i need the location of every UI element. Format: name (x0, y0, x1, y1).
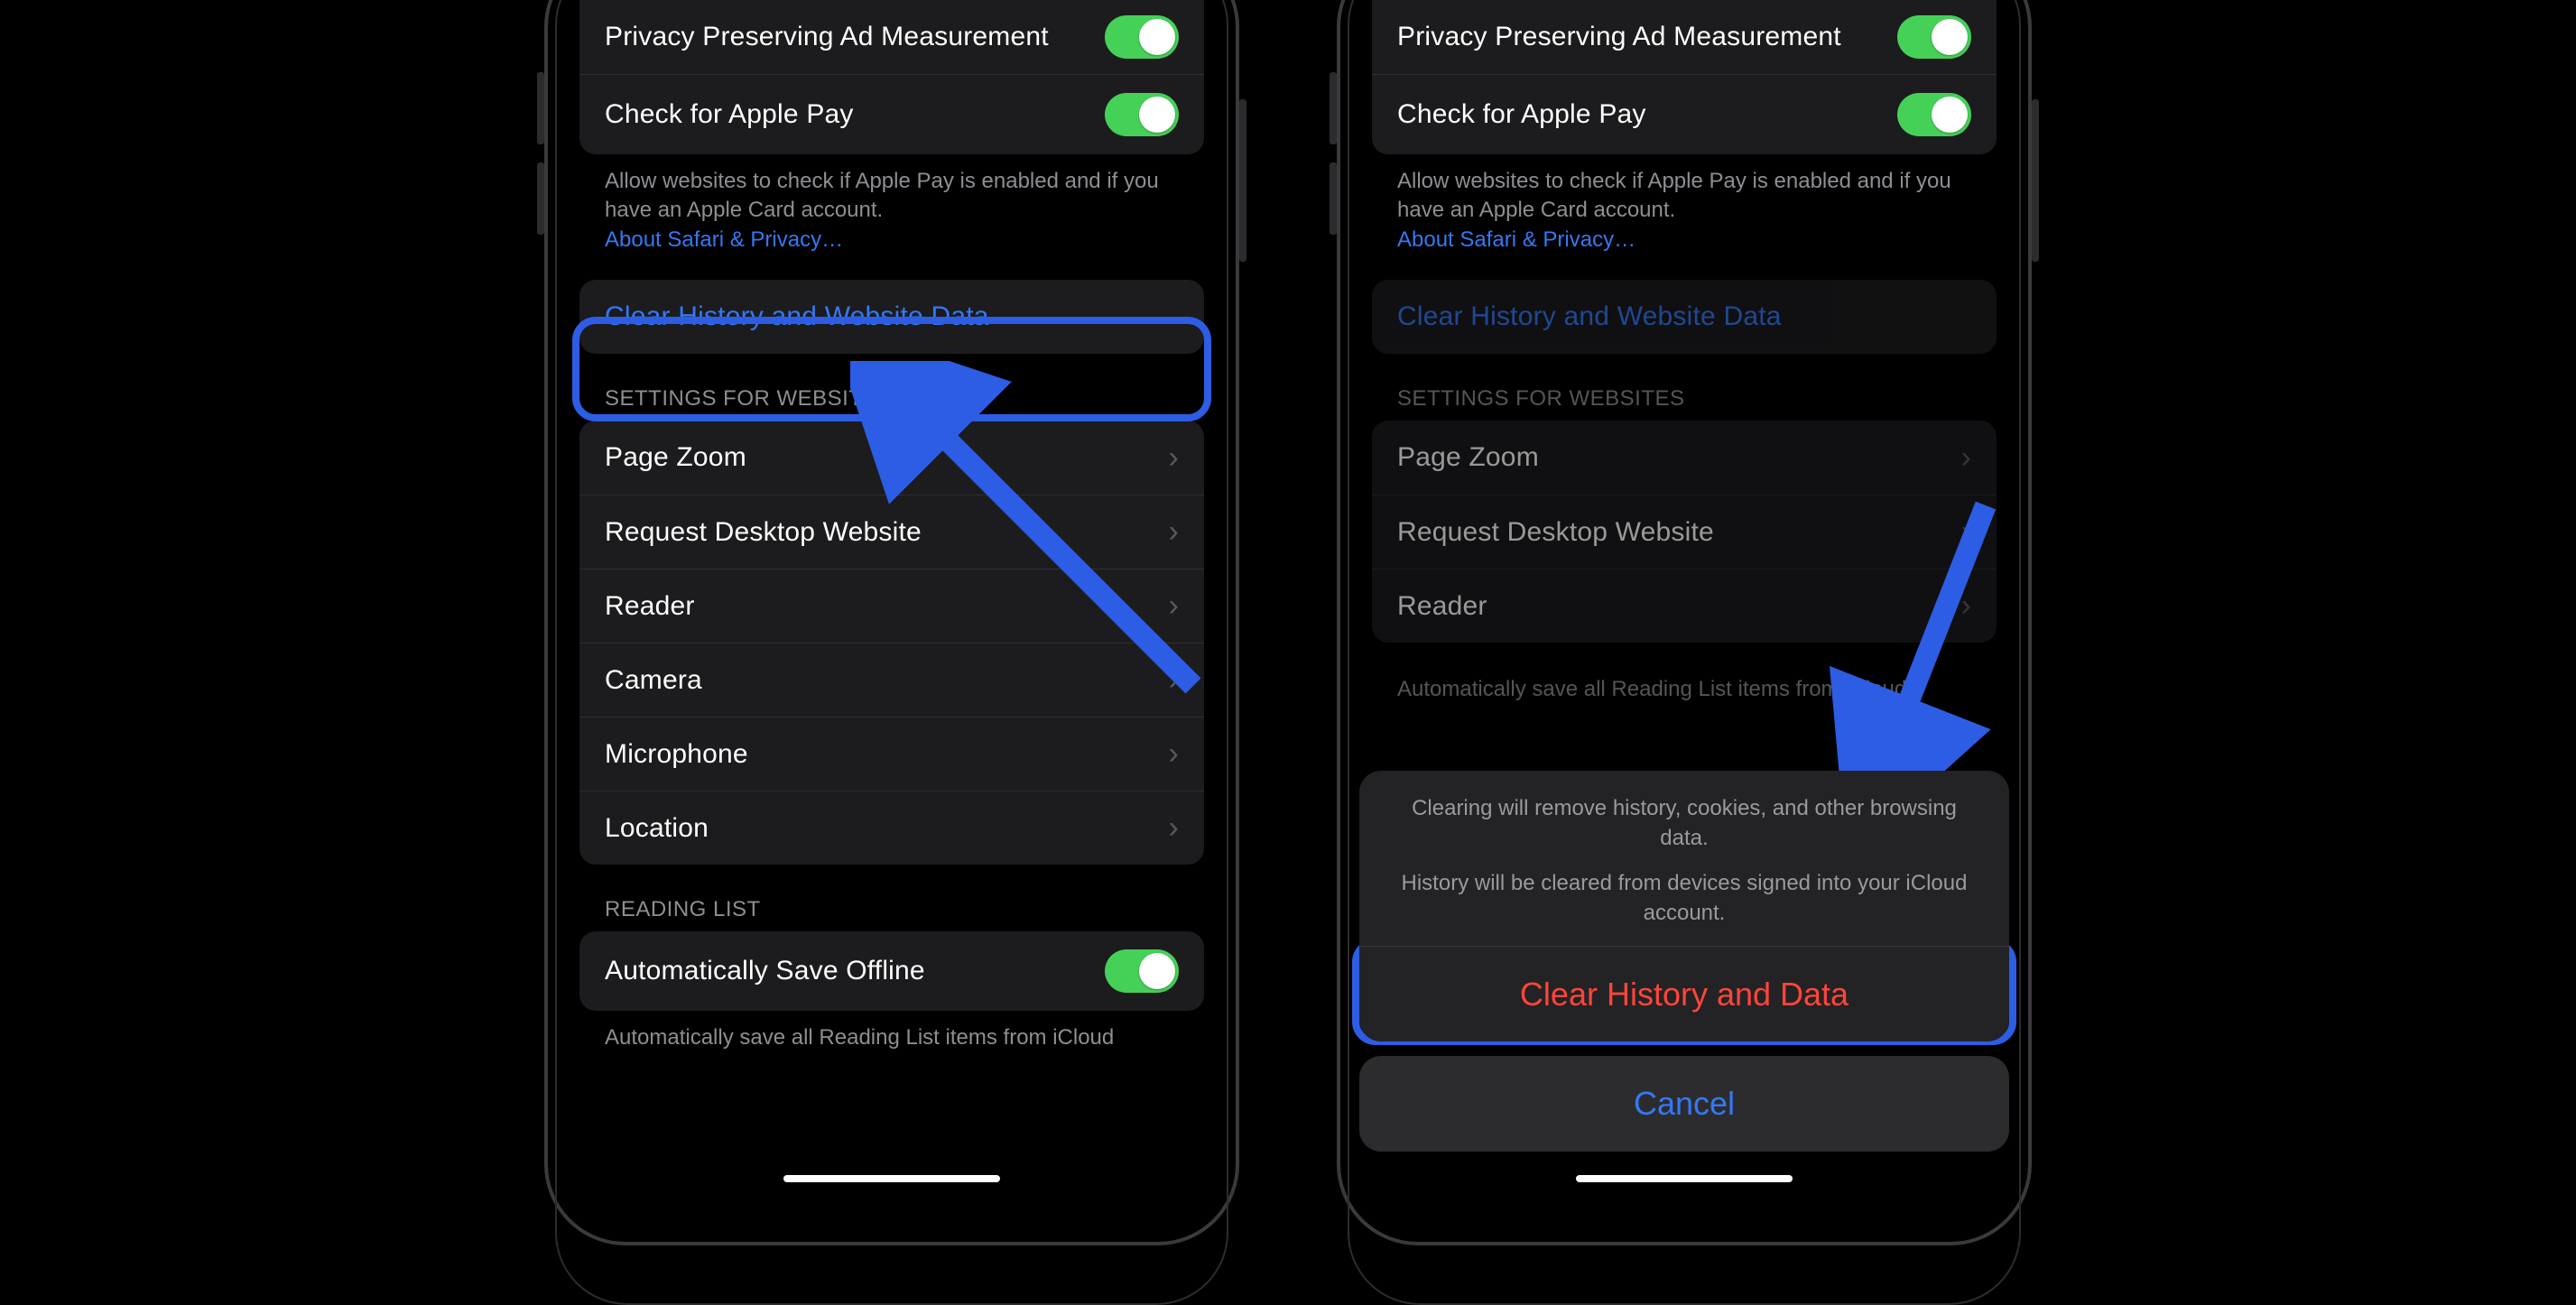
label: Page Zoom (1397, 440, 1953, 475)
row-privacy-ad-measurement[interactable]: Privacy Preserving Ad Measurement (579, 0, 1204, 74)
row-check-apple-pay[interactable]: Check for Apple Pay (1372, 74, 1997, 154)
toggle[interactable] (1897, 15, 1971, 59)
action-sheet-message: Clearing will remove history, cookies, a… (1359, 771, 2009, 860)
footer-text: Automatically save all Reading List item… (1397, 677, 1906, 701)
action-sheet-submessage: History will be cleared from devices sig… (1359, 860, 2009, 946)
footer-text: Allow websites to check if Apple Pay is … (1397, 169, 1951, 222)
row-location[interactable]: Location › (579, 791, 1204, 865)
settings-group-clear: Clear History and Website Data (579, 280, 1204, 354)
side-button-left-lower (537, 162, 544, 235)
row-camera[interactable]: Camera › (579, 643, 1204, 717)
row-request-desktop: Request Desktop Website › (1372, 495, 1997, 569)
label: Microphone (605, 737, 1161, 772)
side-button-left-upper (537, 72, 544, 144)
settings-group-privacy: Privacy Preserving Ad Measurement Check … (579, 0, 1204, 154)
side-button-left-lower (1330, 162, 1337, 235)
row-microphone[interactable]: Microphone › (579, 717, 1204, 791)
side-button-right (2032, 99, 2039, 262)
settings-group-websites: Page Zoom › Request Desktop Website › Re… (579, 421, 1204, 865)
action-sheet-card: Clearing will remove history, cookies, a… (1359, 771, 2009, 1041)
label: Check for Apple Pay (1397, 97, 1897, 132)
phone-right: Privacy Preserving Ad Measurement Check … (1337, 0, 2032, 1179)
screen: Privacy Preserving Ad Measurement Check … (579, 0, 1204, 1179)
settings-group-websites: Page Zoom › Request Desktop Website › Re… (1372, 421, 1997, 643)
settings-group-privacy: Privacy Preserving Ad Measurement Check … (1372, 0, 1997, 154)
label: Clear History and Data (1520, 976, 1849, 1013)
footer-reading-list: Automatically save all Reading List item… (579, 1011, 1204, 1052)
chevron-right-icon: › (1168, 662, 1179, 698)
label: Automatically Save Offline (605, 954, 1105, 988)
toggle[interactable] (1105, 15, 1179, 59)
toggle[interactable] (1897, 93, 1971, 136)
home-indicator (1576, 1175, 1793, 1182)
section-header-websites: SETTINGS FOR WEBSITES (579, 354, 1204, 421)
chevron-right-icon: › (1960, 588, 1971, 624)
phone-left: Privacy Preserving Ad Measurement Check … (544, 0, 1239, 1179)
row-privacy-ad-measurement[interactable]: Privacy Preserving Ad Measurement (1372, 0, 1997, 74)
settings-group-reading-list: Automatically Save Offline (579, 931, 1204, 1011)
label: Request Desktop Website (605, 515, 1161, 550)
label: Clear History and Website Data (1397, 300, 1971, 334)
about-safari-privacy-link[interactable]: About Safari & Privacy… (1397, 227, 1635, 252)
chevron-right-icon: › (1168, 736, 1179, 772)
label: Reader (605, 589, 1161, 624)
row-reader: Reader › (1372, 569, 1997, 643)
action-sheet: Clearing will remove history, cookies, a… (1359, 771, 2009, 1152)
footer-text: Automatically save all Reading List item… (605, 1025, 1114, 1050)
row-request-desktop[interactable]: Request Desktop Website › (579, 495, 1204, 569)
chevron-right-icon: › (1168, 588, 1179, 624)
chevron-right-icon: › (1168, 514, 1179, 550)
label: Clear History and Website Data (605, 300, 1179, 334)
footer-privacy: Allow websites to check if Apple Pay is … (579, 154, 1204, 276)
row-reader[interactable]: Reader › (579, 569, 1204, 643)
chevron-right-icon: › (1960, 514, 1971, 550)
footer-text: Allow websites to check if Apple Pay is … (605, 169, 1159, 222)
clear-history-and-data-button[interactable]: Clear History and Data (1359, 946, 2009, 1041)
section-header-reading-list: READING LIST (579, 865, 1204, 931)
footer-privacy: Allow websites to check if Apple Pay is … (1372, 154, 1997, 276)
label: Privacy Preserving Ad Measurement (1397, 20, 1897, 54)
row-check-apple-pay[interactable]: Check for Apple Pay (579, 74, 1204, 154)
footer-reading-list: Automatically save all Reading List item… (1372, 643, 1997, 726)
action-sheet-cancel: Cancel (1359, 1056, 2009, 1152)
label: Cancel (1634, 1085, 1735, 1123)
screen: Privacy Preserving Ad Measurement Check … (1372, 0, 1997, 1179)
side-button-left-upper (1330, 72, 1337, 144)
label: Privacy Preserving Ad Measurement (605, 20, 1105, 54)
section-header-websites: SETTINGS FOR WEBSITES (1372, 354, 1997, 421)
label: Camera (605, 663, 1161, 698)
clear-history-button: Clear History and Website Data (1372, 280, 1997, 354)
label: Page Zoom (605, 440, 1161, 475)
chevron-right-icon: › (1168, 440, 1179, 476)
label: Reader (1397, 589, 1953, 624)
toggle[interactable] (1105, 949, 1179, 993)
label: Request Desktop Website (1397, 515, 1953, 550)
chevron-right-icon: › (1960, 440, 1971, 476)
cancel-button[interactable]: Cancel (1359, 1056, 2009, 1152)
label: Check for Apple Pay (605, 97, 1105, 132)
home-indicator (783, 1175, 1000, 1182)
side-button-right (1239, 99, 1246, 262)
settings-group-clear: Clear History and Website Data (1372, 280, 1997, 354)
toggle[interactable] (1105, 93, 1179, 136)
clear-history-button[interactable]: Clear History and Website Data (579, 280, 1204, 354)
label: Location (605, 811, 1161, 846)
row-auto-save-offline[interactable]: Automatically Save Offline (579, 931, 1204, 1011)
row-page-zoom[interactable]: Page Zoom › (579, 421, 1204, 495)
about-safari-privacy-link[interactable]: About Safari & Privacy… (605, 227, 843, 252)
row-page-zoom: Page Zoom › (1372, 421, 1997, 495)
chevron-right-icon: › (1168, 810, 1179, 846)
